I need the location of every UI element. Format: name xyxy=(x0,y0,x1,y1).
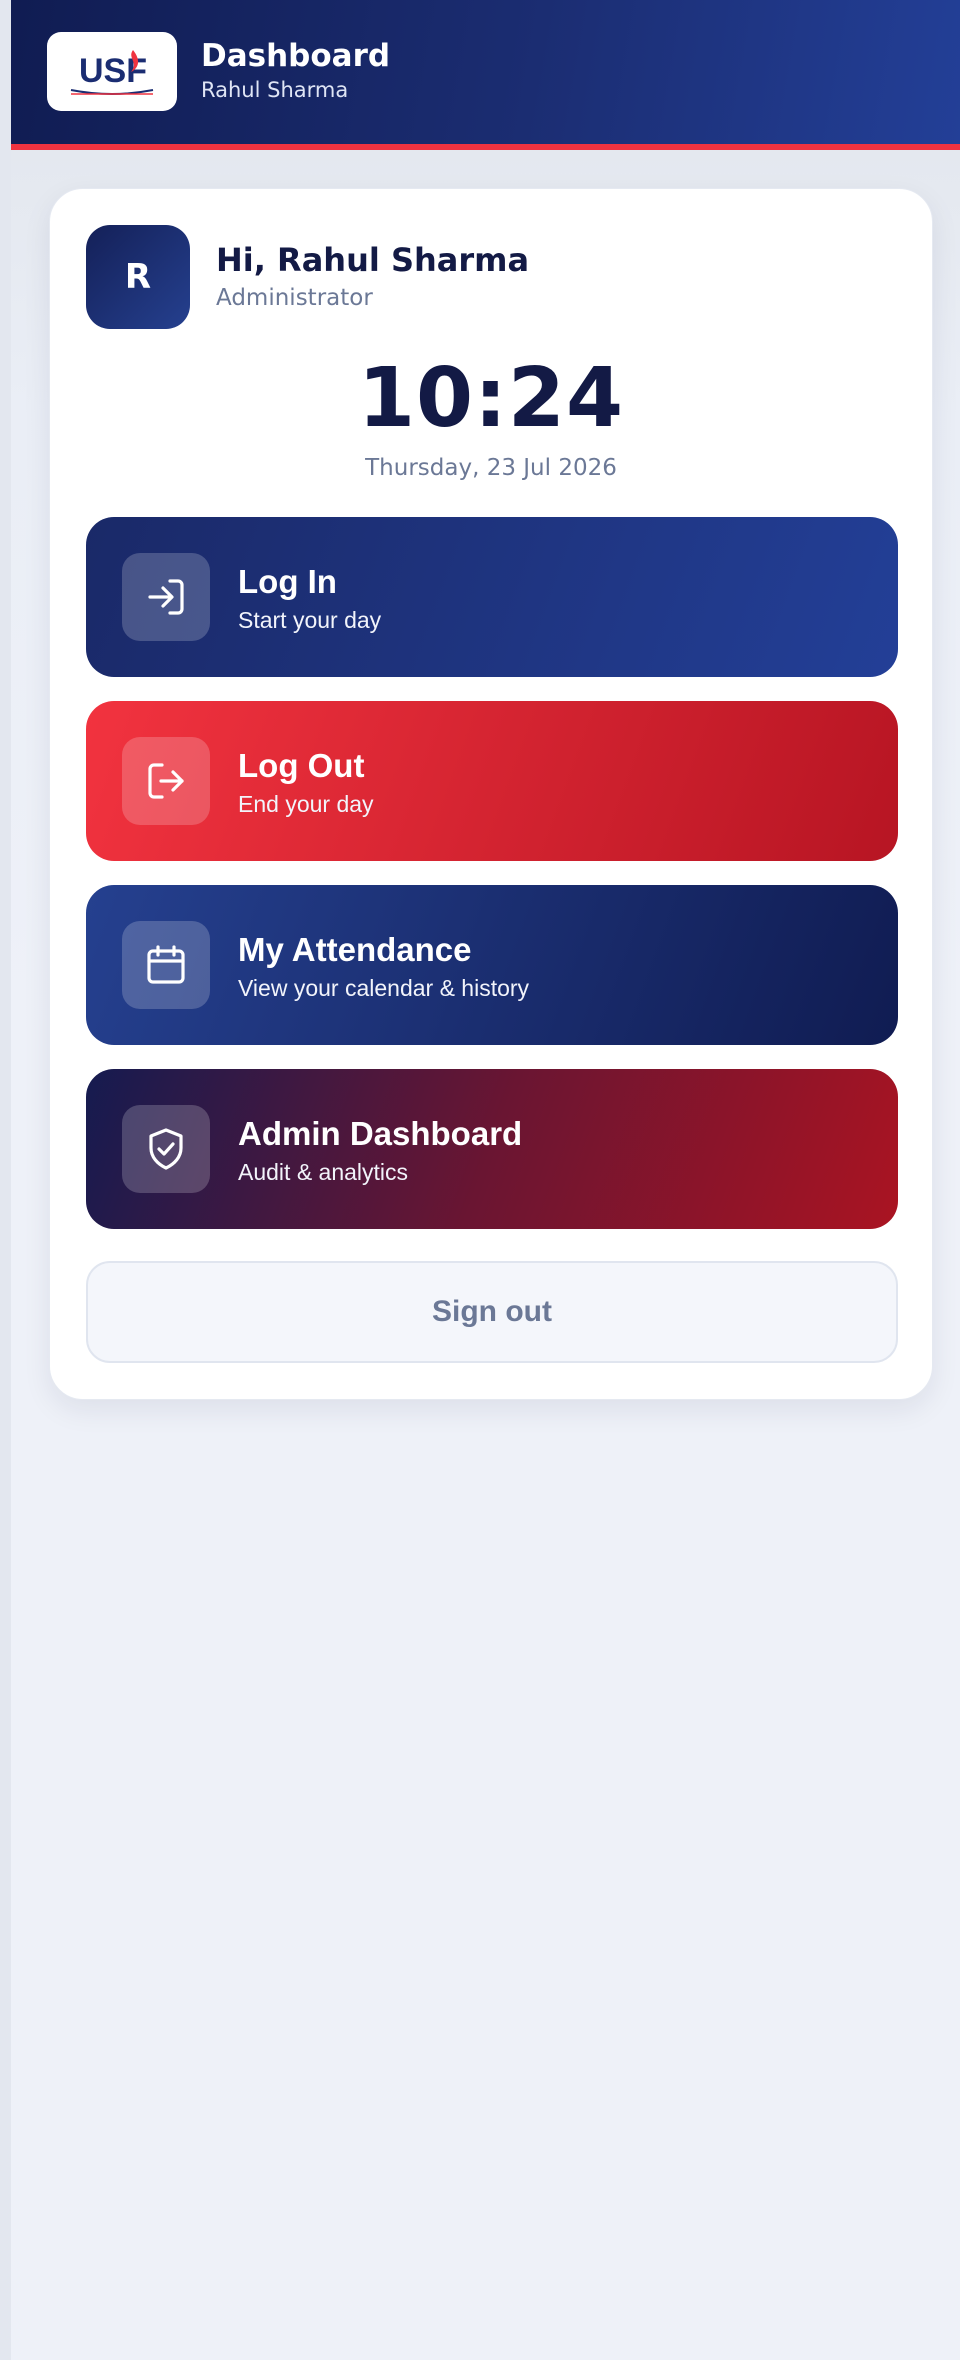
page-title: Dashboard xyxy=(201,38,391,74)
shield-check-icon xyxy=(122,1105,210,1193)
header-username: Rahul Sharma xyxy=(201,78,349,102)
user-role: Administrator xyxy=(216,285,373,311)
admin-dashboard-button[interactable]: Admin Dashboard Audit & analytics xyxy=(86,1069,898,1229)
login-icon xyxy=(122,553,210,641)
logout-button[interactable]: Log Out End your day xyxy=(86,701,898,861)
sign-out-button[interactable]: Sign out xyxy=(86,1261,898,1363)
login-title: Log In xyxy=(238,563,337,600)
logout-icon xyxy=(122,737,210,825)
greeting-text: Hi, Rahul Sharma xyxy=(216,241,530,279)
company-logo[interactable]: USF xyxy=(47,32,177,111)
login-subtitle: Start your day xyxy=(238,607,382,633)
usf-logo-graphic: USF xyxy=(70,50,154,95)
logout-title: Log Out xyxy=(238,747,365,784)
admin-title: Admin Dashboard xyxy=(238,1115,523,1152)
attendance-button[interactable]: My Attendance View your calendar & histo… xyxy=(86,885,898,1045)
admin-subtitle: Audit & analytics xyxy=(238,1159,409,1185)
logout-subtitle: End your day xyxy=(238,791,374,817)
left-edge-strip xyxy=(0,0,11,2360)
avatar: R xyxy=(86,225,190,329)
clock-date: Thursday, 23 Jul 2026 xyxy=(365,455,617,481)
dashboard-card: R Hi, Rahul Sharma Administrator 10:24 T… xyxy=(49,188,933,1400)
calendar-icon xyxy=(122,921,210,1009)
attendance-subtitle: View your calendar & history xyxy=(238,975,530,1001)
attendance-title: My Attendance xyxy=(238,931,472,968)
clock-time: 10:24 xyxy=(357,351,624,446)
login-button[interactable]: Log In Start your day xyxy=(86,517,898,677)
app-header: USF Dashboard Rahul Sharma xyxy=(11,0,960,150)
